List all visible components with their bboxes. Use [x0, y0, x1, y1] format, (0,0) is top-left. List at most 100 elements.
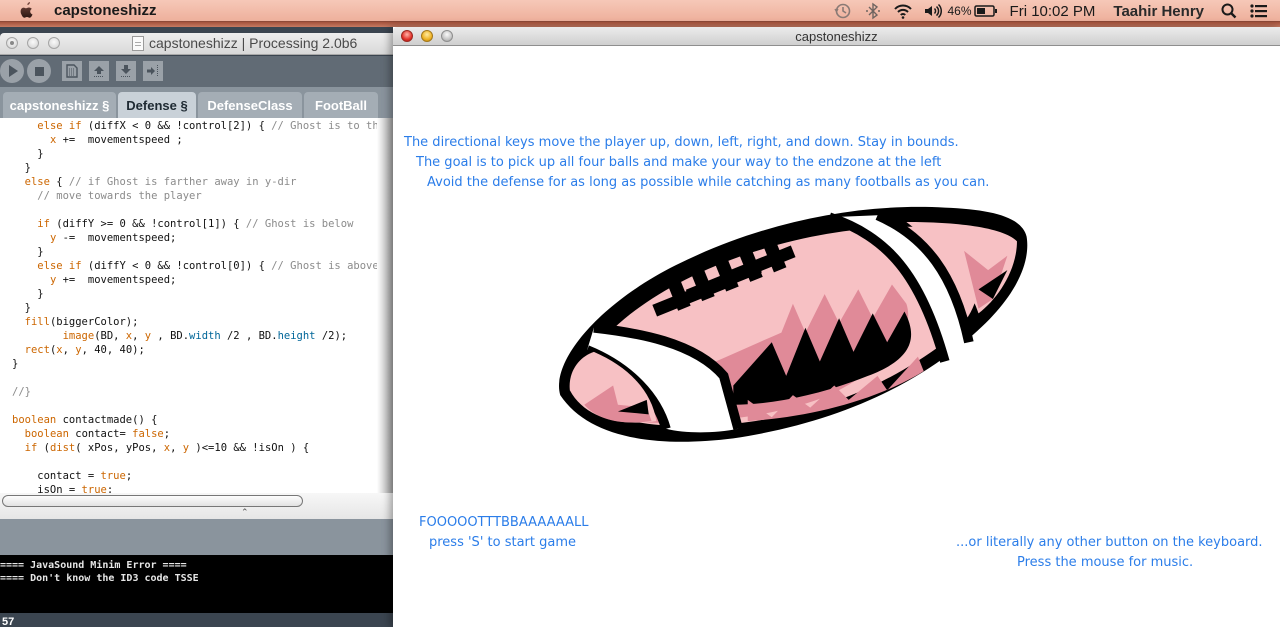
code-line[interactable]: if (dist( xPos, yPos, x, y )<=10 && !isO…	[12, 441, 393, 455]
code-text[interactable]: else if (diffX < 0 && !control[2]) { // …	[12, 119, 393, 493]
volume-icon[interactable]	[918, 0, 948, 22]
code-line[interactable]: }	[12, 301, 393, 315]
code-line[interactable]: fill(biggerColor);	[12, 315, 393, 329]
sketch-titlebar[interactable]: capstoneshizz	[393, 27, 1280, 46]
code-text-segment: ;	[163, 428, 171, 440]
code-text-segment: += movementspeed;	[56, 274, 177, 286]
battery-percent: 46%	[947, 4, 972, 18]
code-line[interactable]: }	[12, 357, 393, 371]
code-token: if	[24, 442, 38, 454]
tab-football[interactable]: FootBall	[304, 92, 378, 118]
code-text-segment	[12, 190, 37, 202]
run-button[interactable]	[0, 59, 24, 83]
ide-minimize-button[interactable]	[27, 37, 39, 49]
new-button[interactable]	[62, 61, 82, 81]
new-file-icon	[66, 64, 78, 78]
code-editor[interactable]: else if (diffX < 0 && !control[2]) { // …	[0, 118, 393, 493]
code-token: if	[37, 218, 50, 230]
code-line[interactable]: }	[12, 161, 393, 175]
code-line[interactable]: // move towards the player	[12, 189, 393, 203]
code-line[interactable]: else if (diffX < 0 && !control[2]) { // …	[12, 119, 393, 133]
code-line[interactable]: //}	[12, 385, 393, 399]
code-text-segment: (BD,	[94, 330, 126, 342]
user-account-menu[interactable]: Taahir Henry	[1113, 3, 1204, 20]
code-comment: // if Ghost is farther away in y-dir	[68, 176, 297, 188]
code-line[interactable]: x += movementspeed ;	[12, 133, 393, 147]
code-line[interactable]: image(BD, x, y , BD.width /2 , BD.height…	[12, 329, 393, 343]
start-prompt: press 'S' to start game	[429, 535, 576, 550]
code-token: true	[81, 484, 107, 493]
tab-defense[interactable]: Defense §	[118, 92, 196, 118]
console-output[interactable]: ==== JavaSound Minim Error ==== ==== Don…	[0, 555, 393, 613]
processing-ide-window: capstoneshizz | Processing 2.0b6 capston…	[0, 27, 393, 627]
code-line[interactable]: if (diffY >= 0 && !control[1]) { // Ghos…	[12, 217, 393, 231]
code-text-segment: }	[12, 288, 44, 300]
code-line[interactable]: contact = true;	[12, 469, 393, 483]
code-line[interactable]: y += movementspeed;	[12, 273, 393, 287]
code-text-segment	[12, 134, 50, 146]
app-menu-name[interactable]: capstoneshizz	[54, 2, 157, 19]
code-text-segment: }	[12, 246, 44, 258]
line-status-bar: 57	[0, 613, 393, 627]
export-button[interactable]	[143, 61, 163, 81]
open-button[interactable]	[89, 61, 109, 81]
editor-horizontal-scrollbar-area: ⌃	[0, 493, 393, 519]
ide-tabbar: capstoneshizz § Defense § DefenseClass F…	[0, 87, 393, 118]
bluetooth-icon[interactable]	[858, 0, 888, 22]
code-text-segment: isOn =	[12, 484, 82, 493]
code-comment: // Ghost is to the left	[271, 120, 393, 132]
code-line[interactable]: else { // if Ghost is farther away in y-…	[12, 175, 393, 189]
battery-status[interactable]: 46%	[948, 0, 1004, 22]
ide-toolbar	[0, 56, 393, 87]
console-line: ==== Don't know the ID3 code TSSE	[0, 573, 199, 584]
code-text-segment: contact=	[68, 428, 133, 440]
notification-center-icon[interactable]	[1244, 0, 1274, 22]
tab-defenseclass[interactable]: DefenseClass	[198, 92, 302, 118]
code-line[interactable]: }	[12, 147, 393, 161]
apple-logo-icon[interactable]	[19, 1, 35, 20]
code-comment: // move towards the player	[37, 190, 202, 202]
code-text-segment: {	[49, 176, 69, 188]
code-line[interactable]	[12, 371, 393, 385]
code-line[interactable]: isOn = true;	[12, 483, 393, 493]
code-line[interactable]	[12, 399, 393, 413]
game-title-text: FOOOOOTTTBBAAAAAALL	[419, 515, 589, 530]
code-token: rect	[24, 344, 50, 356]
code-line[interactable]: else if (diffY < 0 && !control[0]) { // …	[12, 259, 393, 273]
code-line[interactable]: }	[12, 245, 393, 259]
code-token: boolean	[24, 428, 69, 440]
code-token: else if	[37, 120, 82, 132]
menubar-clock[interactable]: Fri 10:02 PM	[1010, 3, 1096, 20]
play-icon	[9, 65, 18, 77]
splitter-handle-icon[interactable]: ⌃	[241, 507, 249, 518]
code-line[interactable]: boolean contactmade() {	[12, 413, 393, 427]
time-machine-icon[interactable]	[828, 0, 858, 22]
spotlight-search-icon[interactable]	[1214, 0, 1244, 22]
save-button[interactable]	[116, 61, 136, 81]
tab-capstoneshizz[interactable]: capstoneshizz §	[3, 92, 116, 118]
code-token: else if	[37, 260, 82, 272]
menu-bar: capstoneshizz 46% Fri 10:02 PM Taahir He…	[0, 0, 1280, 22]
code-line[interactable]: rect(x, y, 40, 40);	[12, 343, 393, 357]
code-line[interactable]	[12, 455, 393, 469]
ide-zoom-button[interactable]	[48, 37, 60, 49]
sketch-window-title: capstoneshizz	[795, 29, 878, 44]
code-token: image	[62, 330, 95, 342]
code-text-segment: (diffY < 0 && !control[0]) {	[81, 260, 272, 272]
code-line[interactable]	[12, 203, 393, 217]
ide-close-button[interactable]	[6, 37, 18, 49]
stop-icon	[34, 66, 44, 76]
stop-button[interactable]	[27, 59, 51, 83]
code-line[interactable]: }	[12, 287, 393, 301]
code-line[interactable]: y -= movementspeed;	[12, 231, 393, 245]
code-token: else	[24, 176, 50, 188]
sketch-window[interactable]: capstoneshizz The directional keys move …	[393, 27, 1280, 627]
code-text-segment	[12, 344, 25, 356]
code-line[interactable]: boolean contact= false;	[12, 427, 393, 441]
code-text-segment: += movementspeed ;	[56, 134, 183, 146]
wifi-icon[interactable]	[888, 0, 918, 22]
horizontal-scrollbar-thumb[interactable]	[2, 495, 303, 507]
code-text-segment: contact =	[12, 470, 101, 482]
ide-titlebar[interactable]: capstoneshizz | Processing 2.0b6	[0, 33, 393, 55]
code-text-segment: }	[12, 162, 31, 174]
